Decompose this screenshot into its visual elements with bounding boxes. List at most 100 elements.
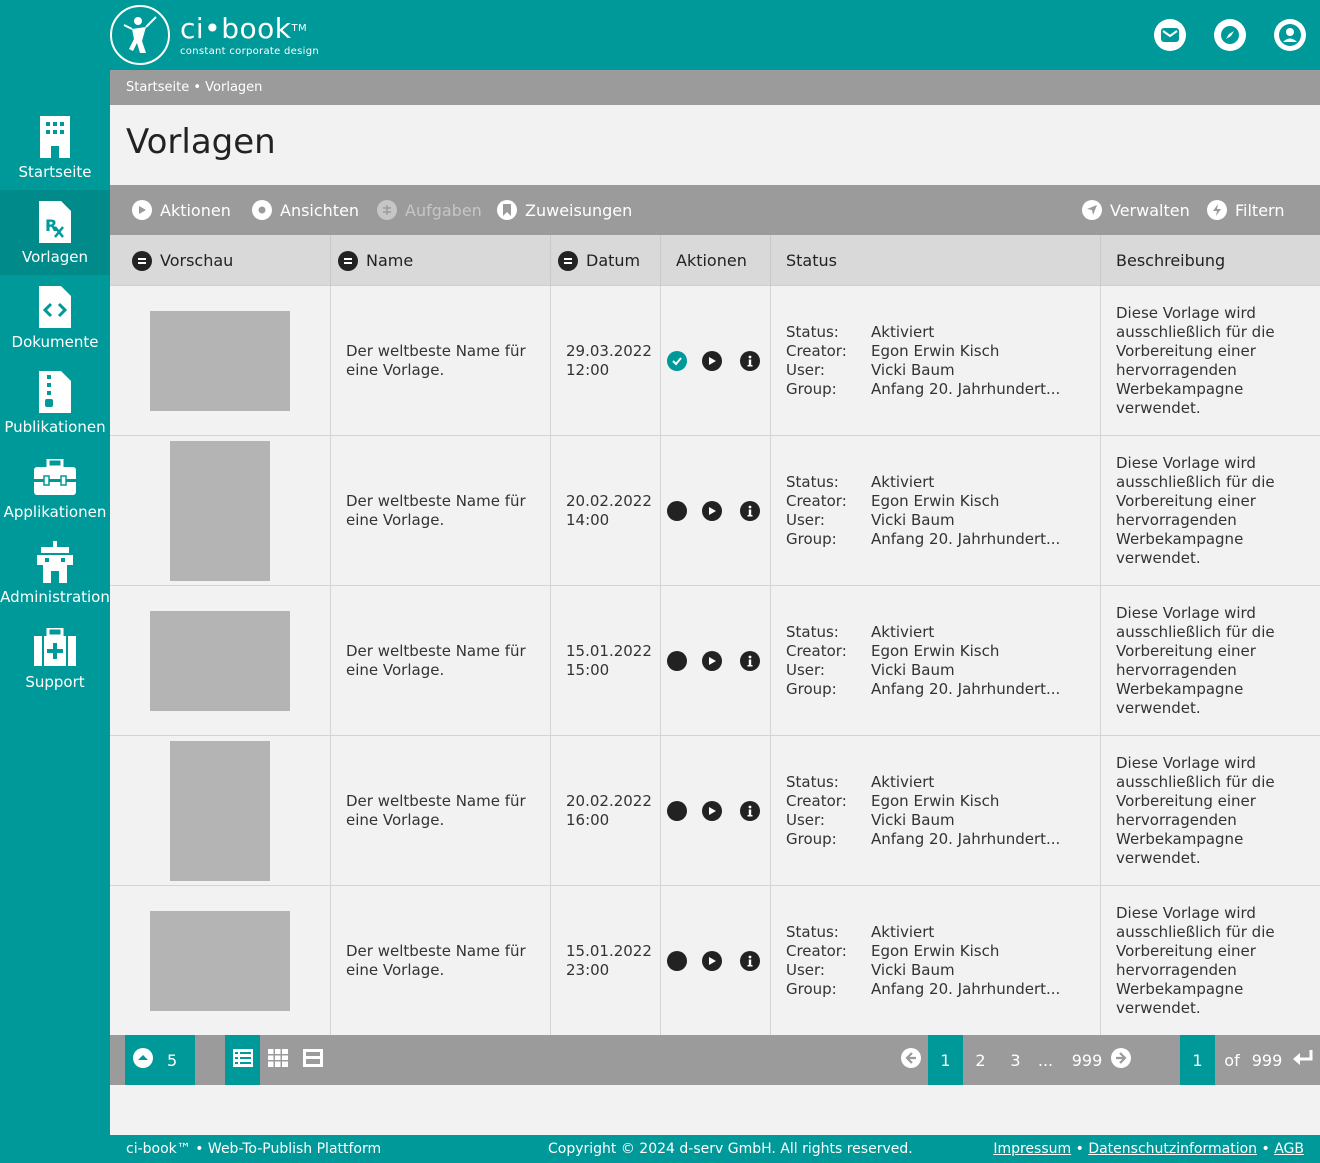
description-line: Diese Vorlage wird (1116, 604, 1256, 622)
page-2-button[interactable]: 2 (963, 1035, 998, 1085)
breadcrumb[interactable]: Startseite • Vorlagen (110, 70, 1320, 105)
column-header-aktionen: Aktionen (661, 235, 771, 286)
table-row[interactable]: Der weltbeste Name für eine Vorlage. 15.01… (110, 886, 1320, 1036)
brand-logo[interactable]: ci•bookTM constant corporate design (110, 5, 319, 65)
description-cell: Diese Vorlage wird ausschließlich für die… (1101, 286, 1320, 436)
sidebar-item-dokumente[interactable]: Dokumente (0, 275, 110, 360)
user-label: User: (786, 811, 825, 829)
table-row[interactable]: Der weltbeste Name für eine Vorlage. 29.03… (110, 286, 1320, 436)
sidebar-item-vorlagen[interactable]: R Vorlagen (0, 190, 110, 275)
aktionen-menu-button[interactable]: Aktionen (132, 185, 231, 235)
datenschutz-link[interactable]: Datenschutzinformation (1088, 1141, 1257, 1157)
column-header-label: Status (786, 251, 837, 270)
goto-page-input[interactable]: 1 (1180, 1035, 1215, 1085)
template-time: 12:00 (566, 361, 610, 379)
sort-icon (132, 250, 152, 271)
creator-value: Egon Erwin Kisch (871, 642, 1000, 660)
logo-emblem-icon (110, 5, 170, 65)
template-name-line: eine Vorlage. (346, 961, 445, 979)
select-toggle-icon[interactable] (667, 801, 687, 821)
per-page-select[interactable]: 5 (125, 1035, 195, 1085)
play-icon[interactable] (702, 951, 722, 971)
sidebar-item-startseite[interactable]: Startseite (0, 105, 110, 190)
verwalten-menu-button[interactable]: Verwalten (1082, 185, 1190, 235)
sidebar-item-label: Administration (0, 588, 110, 606)
preview-thumbnail[interactable] (150, 911, 290, 1011)
card-view-button[interactable] (295, 1035, 330, 1085)
zuweisungen-menu-button[interactable]: Zuweisungen (497, 185, 632, 235)
preview-cell (110, 886, 331, 1036)
info-icon[interactable] (740, 351, 760, 371)
preview-thumbnail[interactable] (150, 311, 290, 411)
compass-icon[interactable] (1214, 19, 1246, 51)
sidebar-item-publikationen[interactable]: Publikationen (0, 360, 110, 445)
filtern-menu-button[interactable]: Filtern (1207, 185, 1284, 235)
sidebar-item-label: Vorlagen (21, 248, 89, 266)
user-icon[interactable] (1274, 19, 1306, 51)
sidebar-item-support[interactable]: Support (0, 615, 110, 700)
column-header-label: Vorschau (160, 251, 234, 270)
sidebar-item-administration[interactable]: Administration (0, 530, 110, 615)
check-icon[interactable] (667, 351, 687, 371)
preview-thumbnail[interactable] (170, 741, 270, 881)
aufgaben-menu-button[interactable]: Aufgaben (377, 185, 482, 235)
status-label: Status: (786, 773, 839, 791)
actions-cell (661, 586, 771, 736)
template-name-line: Der weltbeste Name für (346, 642, 526, 660)
ansichten-menu-button[interactable]: Ansichten (252, 185, 359, 235)
select-toggle-icon[interactable] (667, 951, 687, 971)
code-file-icon (39, 283, 71, 331)
column-header-name[interactable]: Name (331, 235, 551, 286)
sidebar-item-label: Publikationen (4, 418, 106, 436)
template-name-line: eine Vorlage. (346, 361, 445, 379)
template-name-line: Der weltbeste Name für (346, 342, 526, 360)
sidebar-item-label: Applikationen (3, 503, 107, 521)
column-header-beschreibung: Beschreibung (1101, 235, 1320, 286)
description-line: Werbekampagne (1116, 380, 1244, 398)
table-row[interactable]: Der weltbeste Name für eine Vorlage. 20.02… (110, 736, 1320, 886)
actions-cell (661, 286, 771, 436)
select-toggle-icon[interactable] (667, 651, 687, 671)
page-1-button[interactable]: 1 (928, 1035, 963, 1085)
description-line: Vorbereitung einer (1116, 342, 1256, 360)
info-icon[interactable] (740, 501, 760, 521)
date-cell: 29.03.2022 12:00 (551, 286, 661, 436)
impressum-link[interactable]: Impressum (993, 1141, 1071, 1157)
name-cell: Der weltbeste Name für eine Vorlage. (331, 436, 551, 586)
list-view-button[interactable] (225, 1035, 260, 1085)
play-icon[interactable] (702, 651, 722, 671)
preview-thumbnail[interactable] (170, 441, 270, 581)
description-line: hervorragenden (1116, 811, 1237, 829)
template-time: 14:00 (566, 511, 610, 529)
play-icon[interactable] (702, 801, 722, 821)
description-line: Diese Vorlage wird (1116, 304, 1256, 322)
column-header-label: Name (366, 251, 414, 270)
column-header-vorschau[interactable]: Vorschau (110, 235, 331, 286)
preview-thumbnail[interactable] (150, 611, 290, 711)
status-value: Aktiviert (871, 773, 935, 791)
page-999-button[interactable]: 999 (1062, 1035, 1112, 1085)
description-line: Werbekampagne (1116, 680, 1244, 698)
page-3-button[interactable]: 3 (998, 1035, 1033, 1085)
play-icon[interactable] (702, 351, 722, 371)
creator-label: Creator: (786, 342, 847, 360)
user-label: User: (786, 661, 825, 679)
info-icon[interactable] (740, 801, 760, 821)
info-icon[interactable] (740, 651, 760, 671)
next-page-button[interactable] (1108, 1035, 1134, 1085)
play-icon[interactable] (702, 501, 722, 521)
goto-page-button[interactable] (1288, 1035, 1318, 1085)
table-row[interactable]: Der weltbeste Name für eine Vorlage. 20.02… (110, 436, 1320, 586)
agb-link[interactable]: AGB (1274, 1141, 1304, 1157)
info-icon[interactable] (740, 951, 760, 971)
table-row[interactable]: Der weltbeste Name für eine Vorlage. 15.01… (110, 586, 1320, 736)
actions-cell (661, 886, 771, 1036)
mail-icon[interactable] (1154, 19, 1186, 51)
sidebar-item-applikationen[interactable]: Applikationen (0, 445, 110, 530)
column-header-datum[interactable]: Datum (551, 235, 661, 286)
select-toggle-icon[interactable] (667, 501, 687, 521)
grid-view-button[interactable] (260, 1035, 295, 1085)
group-label: Group: (786, 380, 837, 398)
prev-page-button[interactable] (898, 1035, 924, 1085)
brand-name: ci•book (180, 11, 292, 45)
